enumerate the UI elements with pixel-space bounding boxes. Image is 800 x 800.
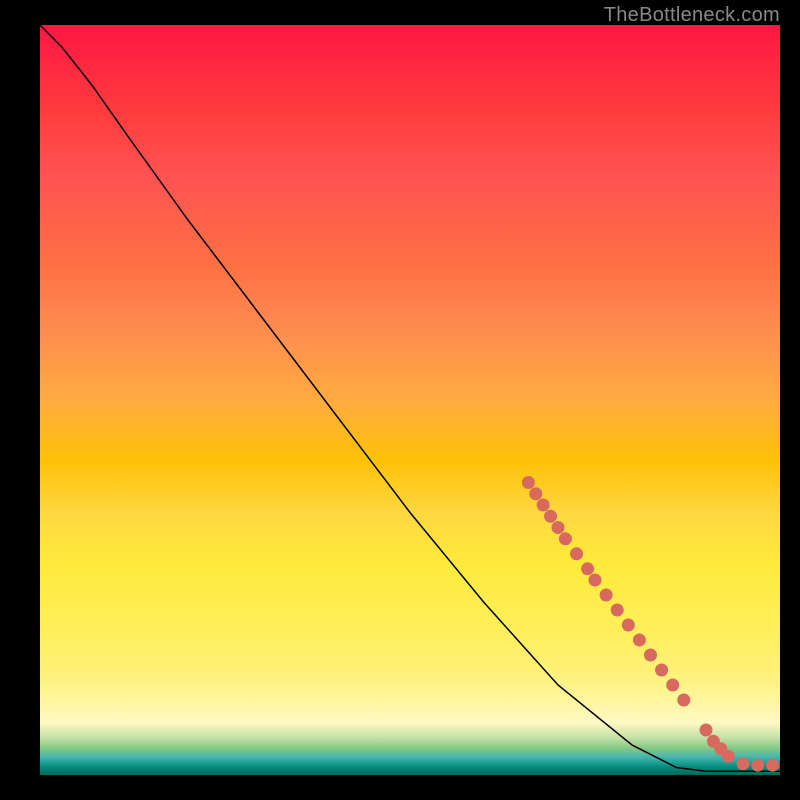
data-point	[633, 634, 646, 647]
data-point	[622, 619, 635, 632]
chart-plot-area	[40, 25, 780, 775]
watermark-text: TheBottleneck.com	[604, 4, 780, 27]
data-point	[600, 589, 613, 602]
data-point	[589, 574, 602, 587]
chart-svg	[40, 25, 780, 775]
data-point	[666, 679, 679, 692]
data-point	[537, 499, 550, 512]
data-point	[559, 532, 572, 545]
data-point	[644, 649, 657, 662]
data-point	[552, 521, 565, 534]
data-point	[751, 759, 764, 772]
data-point	[766, 759, 779, 772]
data-point	[581, 562, 594, 575]
data-point	[570, 547, 583, 560]
data-point	[655, 664, 668, 677]
dots-series	[522, 476, 779, 772]
curve-line	[40, 25, 780, 771]
data-point	[722, 750, 735, 763]
data-point	[737, 757, 750, 770]
data-point	[700, 724, 713, 737]
data-point	[522, 476, 535, 489]
data-point	[544, 510, 557, 523]
data-point	[611, 604, 624, 617]
data-point	[529, 487, 542, 500]
data-point	[677, 694, 690, 707]
